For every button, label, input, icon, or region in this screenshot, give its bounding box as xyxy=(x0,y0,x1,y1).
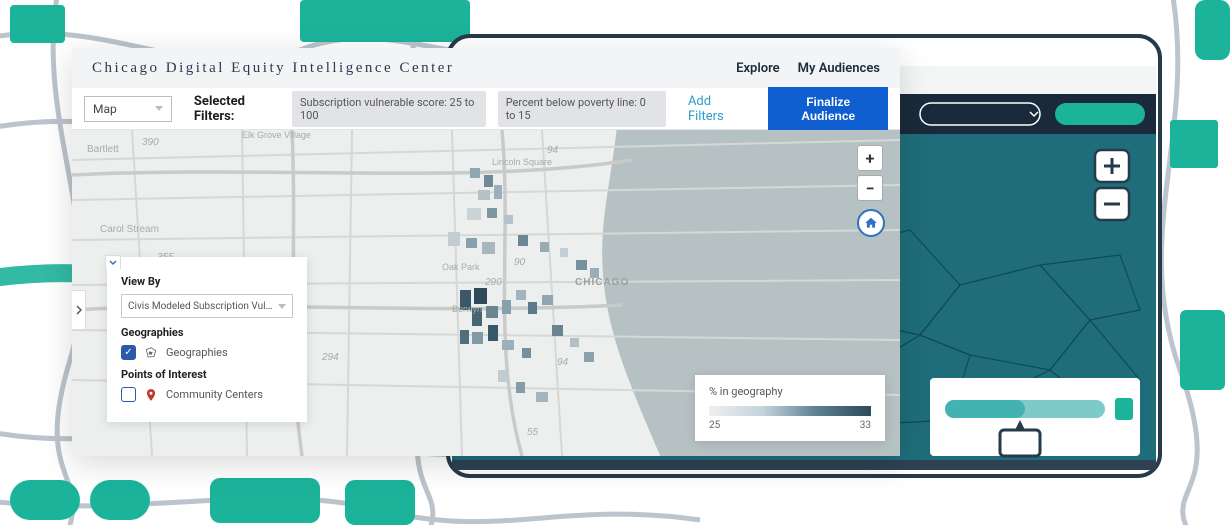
chevron-down-icon xyxy=(278,304,286,309)
app-header: Chicago Digital Equity Intelligence Cent… xyxy=(72,48,900,88)
filter-bar: Map Selected Filters: Subscription vulne… xyxy=(72,88,900,130)
layer-row-community-centers: Community Centers xyxy=(121,387,293,402)
app-title: Chicago Digital Equity Intelligence Cent… xyxy=(92,60,454,77)
legend-title: % in geography xyxy=(709,385,871,398)
expand-sidebar-tab[interactable] xyxy=(72,290,86,330)
poi-title: Points of Interest xyxy=(121,368,293,381)
finalize-audience-button[interactable]: Finalize Audience xyxy=(768,87,888,131)
geographies-title: Geographies xyxy=(121,326,293,339)
layer-row-geographies: Geographies xyxy=(121,345,293,360)
zoom-in-button[interactable]: + xyxy=(857,145,883,171)
svg-text:Bartlett: Bartlett xyxy=(87,144,119,155)
pin-icon xyxy=(144,388,158,402)
view-by-title: View By xyxy=(121,275,293,288)
svg-text:94: 94 xyxy=(547,145,559,156)
map-canvas[interactable]: Bartlett 390 Elk Grove Village 94 Lincol… xyxy=(72,130,900,456)
legend-gradient xyxy=(709,406,871,416)
community-centers-label: Community Centers xyxy=(166,388,263,401)
geographies-label: Geographies xyxy=(166,346,228,359)
geographies-checkbox[interactable] xyxy=(121,345,136,360)
nav-explore[interactable]: Explore xyxy=(736,61,780,76)
zoom-out-button[interactable]: − xyxy=(857,175,883,201)
legend-min: 25 xyxy=(709,420,720,431)
header-nav: Explore My Audiences xyxy=(736,61,880,76)
svg-text:Carol Stream: Carol Stream xyxy=(100,224,159,235)
chevron-down-icon xyxy=(109,260,117,266)
view-dropdown[interactable]: Map xyxy=(84,96,172,122)
svg-text:Elk Grove Village: Elk Grove Village xyxy=(242,130,311,140)
legend-values: 25 33 xyxy=(709,420,871,431)
map-zoom-controls: + − xyxy=(857,145,885,237)
chevron-down-icon xyxy=(155,106,163,111)
svg-text:294: 294 xyxy=(321,352,339,363)
home-icon xyxy=(864,216,878,230)
map-legend: % in geography 25 33 xyxy=(695,375,885,441)
community-centers-checkbox[interactable] xyxy=(121,387,136,402)
legend-max: 33 xyxy=(860,420,871,431)
home-button[interactable] xyxy=(857,209,885,237)
collapse-panel-button[interactable] xyxy=(105,255,121,269)
polygon-icon xyxy=(144,346,158,360)
svg-text:94: 94 xyxy=(557,357,569,368)
view-by-dropdown[interactable]: Civis Modeled Subscription Vul… xyxy=(121,294,293,318)
svg-text:90: 90 xyxy=(514,257,526,268)
view-dropdown-value: Map xyxy=(93,102,117,116)
svg-text:Oak Park: Oak Park xyxy=(442,262,480,272)
svg-text:55: 55 xyxy=(527,427,539,438)
svg-text:390: 390 xyxy=(142,137,159,148)
filter-chip[interactable]: Percent below poverty line: 0 to 15 xyxy=(498,91,666,127)
main-app-window: Chicago Digital Equity Intelligence Cent… xyxy=(72,48,900,456)
nav-my-audiences[interactable]: My Audiences xyxy=(798,61,880,76)
add-filters-link[interactable]: Add Filters xyxy=(688,94,744,124)
svg-text:CHICAGO: CHICAGO xyxy=(575,277,629,288)
svg-text:Lincoln Square: Lincoln Square xyxy=(492,157,552,167)
chevron-right-icon xyxy=(76,305,82,315)
view-by-value: Civis Modeled Subscription Vul… xyxy=(128,301,272,312)
selected-filters-label: Selected Filters: xyxy=(194,94,280,124)
svg-text:290: 290 xyxy=(484,277,502,288)
svg-text:Berwyn: Berwyn xyxy=(452,304,482,314)
filter-chip[interactable]: Subscription vulnerable score: 25 to 100 xyxy=(292,91,486,127)
layers-panel: View By Civis Modeled Subscription Vul… … xyxy=(107,257,307,422)
